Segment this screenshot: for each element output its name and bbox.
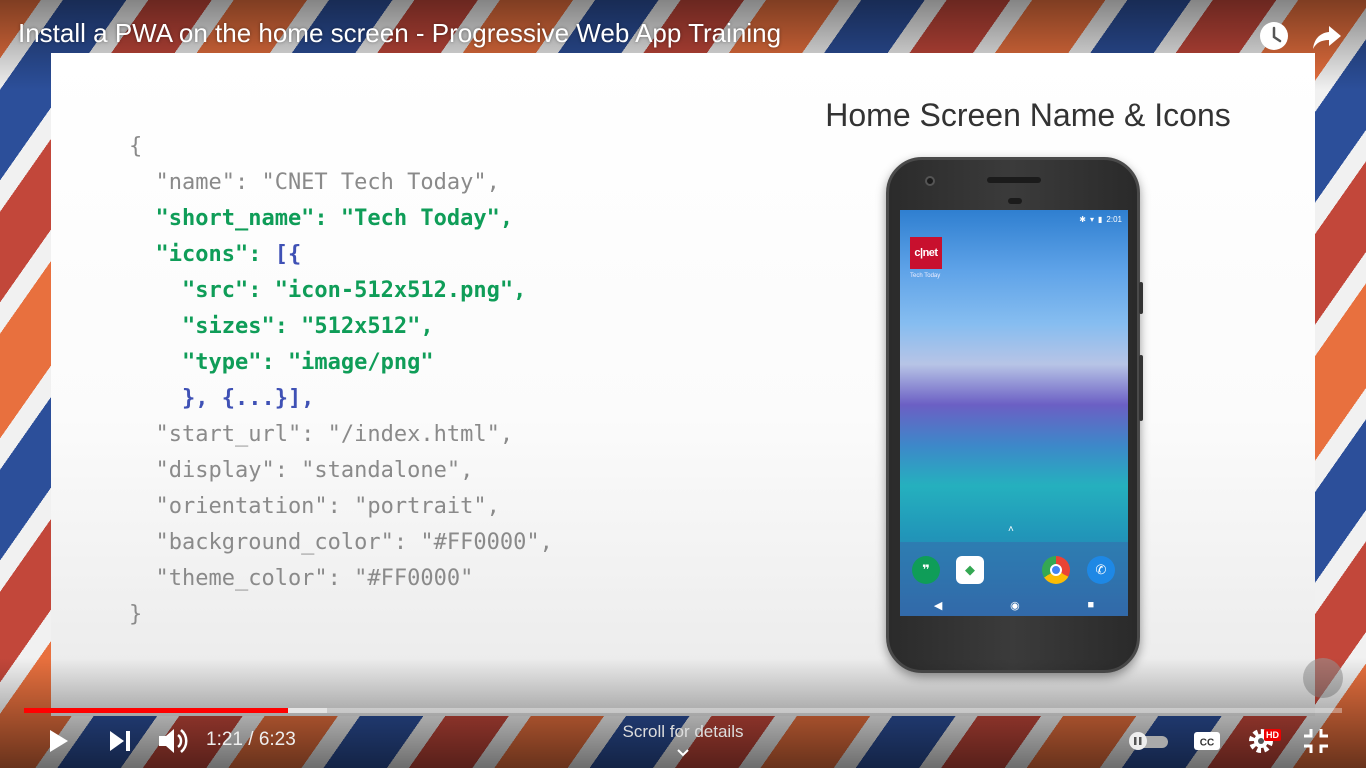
code-token: "type": "image/png" — [129, 350, 434, 375]
slide: { "name": "CNET Tech Today", "short_name… — [51, 53, 1315, 716]
code-token: "orientation": "portrait", — [129, 494, 500, 519]
code-line: "start_url": "/index.html", — [129, 417, 553, 453]
video-title[interactable]: Install a PWA on the home screen - Progr… — [18, 18, 781, 49]
code-token: "theme_color": "#FF0000" — [129, 566, 474, 591]
autoplay-toggle-icon[interactable] — [1126, 731, 1170, 751]
battery-icon: ▮ — [1098, 214, 1103, 224]
slide-heading: Home Screen Name & Icons — [825, 97, 1231, 133]
code-line: "icons": [{ — [129, 237, 553, 273]
share-icon[interactable] — [1311, 20, 1343, 52]
cnet-app-icon: c|net — [910, 237, 942, 269]
code-line: "orientation": "portrait", — [129, 489, 553, 525]
code-token: "short_name": "Tech Today" — [129, 206, 500, 231]
maps-icon: ◆ — [956, 556, 984, 584]
phone-status-bar: ✱ ▾ ▮ 2:01 — [1079, 213, 1122, 225]
next-icon[interactable] — [106, 729, 134, 753]
code-token: }, {...}], — [129, 386, 315, 411]
code-line: "src": "icon-512x512.png", — [129, 273, 553, 309]
code-line: "display": "standalone", — [129, 453, 553, 489]
code-token: "start_url": "/index.html", — [129, 422, 514, 447]
code-line: "name": "CNET Tech Today", — [129, 165, 553, 201]
phone-volume-button — [1139, 355, 1143, 421]
hangouts-icon: ❞ — [912, 556, 940, 584]
phone-power-button — [1139, 282, 1143, 314]
code-token: "name": "CNET Tech Today", — [129, 170, 500, 195]
bluetooth-icon: ✱ — [1079, 214, 1086, 224]
volume-icon[interactable] — [156, 726, 190, 756]
hd-badge: HD — [1264, 729, 1281, 741]
code-token: "sizes": "512x512", — [129, 314, 434, 339]
manifest-code-block: { "name": "CNET Tech Today", "short_name… — [129, 129, 553, 633]
phone-camera — [925, 176, 935, 186]
phone-mockup: ✱ ▾ ▮ 2:01 c|net Tech Today ˄ ❞ ◆ ✆ ◀ ◉ … — [886, 157, 1143, 673]
app-drawer-caret-icon: ˄ — [1008, 524, 1014, 535]
svg-text:CC: CC — [1200, 738, 1214, 749]
code-line: { — [129, 129, 553, 165]
code-line: "type": "image/png" — [129, 345, 553, 381]
code-token: "src": "icon-512x512.png", — [129, 278, 527, 303]
time-display: 1:21 / 6:23 — [206, 729, 296, 751]
code-token: } — [129, 602, 143, 627]
code-line: "background_color": "#FF0000", — [129, 525, 553, 561]
code-line: "theme_color": "#FF0000" — [129, 561, 553, 597]
time-total: 6:23 — [258, 729, 296, 750]
scroll-for-details[interactable]: Scroll for details — [583, 722, 783, 742]
code-line: "sizes": "512x512", — [129, 309, 553, 345]
code-token: [{ — [274, 242, 302, 267]
wifi-icon: ▾ — [1090, 214, 1095, 224]
home-nav-icon: ◉ — [1010, 599, 1020, 612]
code-token: { — [129, 134, 143, 159]
chrome-icon — [1042, 556, 1070, 584]
code-line: } — [129, 597, 553, 633]
phone-app-icon: ✆ — [1087, 556, 1115, 584]
recents-nav-icon: ■ — [1087, 599, 1095, 611]
code-token: , — [499, 206, 514, 231]
exit-fullscreen-icon[interactable] — [1302, 727, 1330, 755]
captions-icon[interactable]: CC — [1192, 729, 1222, 753]
phone-status-time: 2:01 — [1106, 214, 1122, 224]
code-token: "display": "standalone", — [129, 458, 474, 483]
back-nav-icon: ◀ — [933, 599, 943, 612]
phone-sensor — [1008, 198, 1022, 204]
play-icon[interactable] — [44, 727, 72, 755]
time-separator: / — [242, 729, 259, 750]
phone-nav-bar: ◀ ◉ ■ — [900, 594, 1128, 616]
watch-later-icon[interactable] — [1258, 20, 1290, 52]
code-line: }, {...}], — [129, 381, 553, 417]
chevron-down-icon[interactable] — [675, 745, 691, 761]
progress-played — [24, 708, 288, 713]
code-token: "background_color": "#FF0000", — [129, 530, 553, 555]
phone-screen: ✱ ▾ ▮ 2:01 c|net Tech Today ˄ ❞ ◆ ✆ ◀ ◉ … — [900, 210, 1128, 616]
phone-speaker — [987, 177, 1041, 183]
cnet-app-label: Tech Today — [910, 273, 941, 279]
time-current: 1:21 — [206, 729, 243, 750]
code-line: "short_name": "Tech Today", — [129, 201, 553, 237]
progress-bar[interactable] — [24, 708, 1342, 713]
code-token: "icons": — [129, 242, 275, 267]
